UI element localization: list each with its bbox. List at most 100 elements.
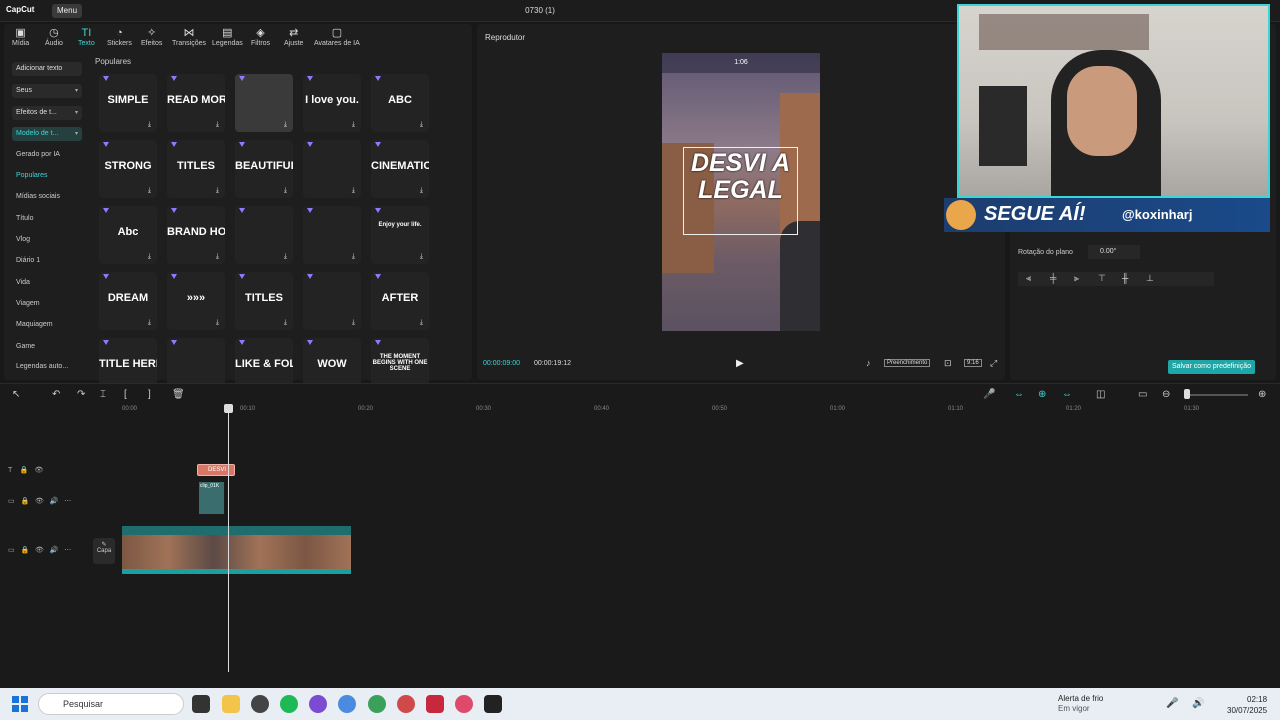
download-icon[interactable]: ⤓ [148, 187, 151, 195]
download-icon[interactable]: ⤓ [216, 121, 219, 129]
category-item[interactable]: Game [16, 343, 35, 350]
preview-axis-icon[interactable]: ◫ [1096, 389, 1105, 400]
text-template-tile[interactable]: »»» ⤓ [167, 272, 225, 330]
text-template-tile[interactable]: STRONG ⤓ [99, 140, 157, 198]
category-item[interactable]: Vlog [16, 236, 30, 243]
tab-ai-avatars[interactable]: ▢ Avatares de IA [314, 27, 360, 47]
text-template-tile[interactable]: DREAM ⤓ [99, 272, 157, 330]
zoom-in-icon[interactable]: ⊕ [1258, 389, 1266, 400]
tab-stickers[interactable]: ◔ Stickers [107, 27, 132, 47]
text-track-controls[interactable]: T 🔒 👁 [8, 466, 43, 474]
magnet-icon[interactable]: ⊕ [1038, 389, 1046, 400]
tab-audio[interactable]: ◷ Áudio [45, 27, 63, 47]
category-item[interactable]: Populares [16, 172, 48, 179]
download-icon[interactable]: ⤓ [216, 253, 219, 261]
text-template-tile[interactable]: BRAND HOODIE ⤓ [167, 206, 225, 264]
text-template-tile[interactable]: ⤓ [235, 206, 293, 264]
rotation-input[interactable]: 0.00° [1088, 245, 1140, 259]
mic-icon[interactable]: 🎤 [983, 389, 995, 400]
text-template-tile[interactable]: I love you. ⤓ [303, 74, 361, 132]
fullscreen-icon[interactable]: ⤢ [990, 358, 997, 369]
trim-left-icon[interactable]: [ [124, 389, 127, 400]
text-template-tile[interactable]: ⤓ [235, 74, 293, 132]
tab-media[interactable]: ▣ Mídia [12, 27, 29, 47]
text-template-tile[interactable]: Enjoy your life. ⤓ [371, 206, 429, 264]
chrome-icon[interactable] [397, 695, 415, 713]
download-icon[interactable]: ⤓ [352, 253, 355, 261]
playhead[interactable] [228, 406, 229, 672]
tab-transitions[interactable]: ⋈ Transições [172, 27, 206, 47]
download-icon[interactable]: ⤓ [352, 319, 355, 327]
speaker-icon[interactable]: 🔊 [1192, 698, 1204, 709]
download-icon[interactable]: ⤓ [148, 253, 151, 261]
yours-dropdown[interactable]: Seus ▾ [12, 84, 82, 98]
link-icon[interactable]: ⇔ [1014, 389, 1024, 400]
redo-icon[interactable]: ↷ [77, 389, 85, 400]
capcut-icon[interactable] [484, 695, 502, 713]
align-bottom-icon[interactable]: ⊥ [1146, 273, 1154, 284]
play-icon[interactable]: ▶ [736, 358, 744, 369]
select-tool-icon[interactable]: ↖ [12, 389, 20, 400]
mic-icon[interactable]: 🎤 [1166, 698, 1178, 709]
text-template-tile[interactable]: Abc ⤓ [99, 206, 157, 264]
align-center-icon[interactable]: ╪ [1050, 273, 1056, 283]
tab-text[interactable]: TI Texto [78, 27, 95, 47]
zoom-out-icon[interactable]: ⊖ [1162, 389, 1170, 400]
download-icon[interactable]: ⤓ [420, 319, 423, 327]
category-item[interactable]: Título [16, 215, 34, 222]
chrome-icon[interactable] [368, 695, 386, 713]
text-template-tile[interactable]: TITLES ⤓ [167, 140, 225, 198]
chrome-icon[interactable] [338, 695, 356, 713]
add-text-button[interactable]: Adicionar texto [12, 62, 82, 76]
fill-button[interactable]: Preenchimento [884, 359, 931, 367]
task-view-icon[interactable] [192, 695, 210, 713]
align-right-icon[interactable]: ⫸ [1074, 273, 1079, 284]
obs-icon[interactable] [251, 695, 269, 713]
text-template-tile[interactable]: ⤓ [303, 140, 361, 198]
category-item[interactable]: Viagem [16, 300, 40, 307]
tab-filters[interactable]: ◈ Filtros [251, 27, 270, 47]
align-middle-icon[interactable]: ╫ [1122, 273, 1128, 283]
text-template-tile[interactable]: BEAUTIFUL DAY ⤓ [235, 140, 293, 198]
text-effects-dropdown[interactable]: Efeitos de t... ▾ [12, 106, 82, 120]
undo-icon[interactable]: ↶ [52, 389, 60, 400]
download-icon[interactable]: ⤓ [420, 187, 423, 195]
text-template-tile[interactable]: TITLES ⤓ [235, 272, 293, 330]
weather-widget[interactable]: Alerta de frio Em vigor [1058, 694, 1103, 714]
download-icon[interactable]: ⤓ [284, 121, 287, 129]
opera-icon[interactable] [455, 695, 473, 713]
align-left-icon[interactable]: ⫷ [1026, 273, 1031, 284]
download-icon[interactable]: ⤓ [148, 121, 151, 129]
valorant-icon[interactable] [426, 695, 444, 713]
overlay-track-controls[interactable]: ▭ 🔒 👁 🔊 ⋯ [8, 497, 71, 505]
file-explorer-icon[interactable] [222, 695, 240, 713]
caption-icon[interactable]: ▭ [1138, 389, 1147, 400]
text-clip[interactable]: DESVI [197, 464, 235, 476]
category-item[interactable]: Diário 1 [16, 257, 40, 264]
category-item[interactable]: Gerado por IA [16, 151, 60, 158]
clock[interactable]: 02:18 30/07/2025 [1227, 694, 1267, 716]
text-template-tile[interactable]: ⤓ [303, 272, 361, 330]
category-item[interactable]: Maquiagem [16, 321, 53, 328]
playhead-handle[interactable] [224, 404, 233, 413]
tab-captions[interactable]: ▤ Legendas [212, 27, 243, 47]
download-icon[interactable]: ⤓ [420, 253, 423, 261]
app-icon[interactable] [309, 695, 327, 713]
download-icon[interactable]: ⤓ [216, 187, 219, 195]
search-box[interactable]: Pesquisar [38, 693, 184, 715]
text-templates-dropdown[interactable]: Modelo de t... ▾ [12, 127, 82, 141]
text-template-tile[interactable]: CINEMATIC ⤓ [371, 140, 429, 198]
align-top-icon[interactable]: ⊤ [1098, 273, 1106, 284]
download-icon[interactable]: ⤓ [352, 187, 355, 195]
spotify-icon[interactable] [280, 695, 298, 713]
save-preset-button[interactable]: Salvar como predefinição [1168, 360, 1255, 374]
ratio-button[interactable]: 9:16 [964, 359, 982, 367]
cover-button[interactable]: ✎ Capa [93, 538, 115, 564]
download-icon[interactable]: ⤓ [216, 319, 219, 327]
text-template-tile[interactable]: ⤓ [303, 206, 361, 264]
main-track-controls[interactable]: ▭ 🔒 👁 🔊 ⋯ [8, 546, 71, 554]
snap-icon[interactable]: ⇔ [1062, 389, 1072, 400]
download-icon[interactable]: ⤓ [352, 121, 355, 129]
category-item[interactable]: Mídias sociais [16, 193, 60, 200]
tab-adjust[interactable]: ⇄ Ajuste [284, 27, 303, 47]
